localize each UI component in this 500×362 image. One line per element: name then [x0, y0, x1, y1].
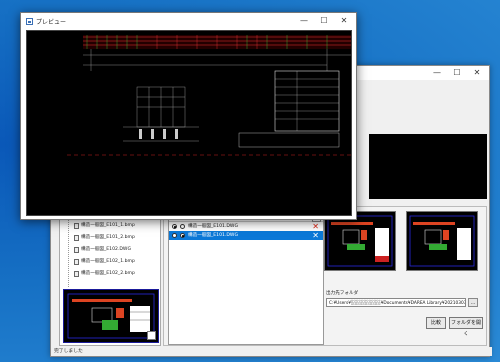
- compare-button[interactable]: 比較: [426, 317, 446, 329]
- output-folder-label: 出力先フォルダ: [326, 291, 359, 296]
- maximize-button[interactable]: ☐: [447, 67, 467, 79]
- file-icon: [74, 271, 79, 277]
- file-icon: [74, 235, 79, 241]
- remove-icon[interactable]: ✕: [312, 222, 319, 231]
- compare-row-selected[interactable]: 構造一般図_E101.DWG ✕: [169, 231, 323, 240]
- preview-titlebar: プレビュー — ☐ ✕: [21, 13, 356, 29]
- app-icon: [26, 18, 33, 25]
- remove-icon[interactable]: ✕: [312, 231, 319, 240]
- file-thumbnail: [63, 289, 159, 343]
- drawing-thumbnail-graphic: [409, 215, 475, 267]
- preview-maximize-button[interactable]: ☐: [314, 15, 334, 27]
- file-icon: [74, 223, 79, 229]
- cad-drawing-graphic: [67, 35, 351, 156]
- compare-file-list[interactable]: 比較するファイルをドラッグアンドドロップしてください。 × 構造一般図_E101…: [168, 211, 324, 345]
- compare-thumbnail-1: [324, 211, 396, 271]
- tree-item[interactable]: 構造一般図_E102_1.bmp: [74, 258, 135, 266]
- file-icon: [74, 247, 79, 253]
- close-button[interactable]: ✕: [467, 67, 487, 79]
- preview-window: プレビュー — ☐ ✕: [20, 12, 357, 220]
- output-folder-field[interactable]: C:¥Users¥░░░░░░░░░¥Documents¥DAREA Libra…: [326, 298, 466, 307]
- radio-button[interactable]: [180, 233, 185, 238]
- file-tree-pane: 構造一般図_E101.DWG 構造一般図_E101_1.bmp 構造一般図_E1…: [59, 206, 161, 346]
- preview-title: プレビュー: [36, 19, 67, 26]
- diff-preview-panel: [369, 134, 487, 199]
- drawing-thumbnail-graphic: [67, 293, 155, 339]
- drawing-thumbnail-graphic: [327, 215, 393, 267]
- radio-button[interactable]: [172, 224, 177, 229]
- zoom-icon[interactable]: [147, 331, 156, 340]
- open-folder-button[interactable]: フォルダを開く: [449, 317, 483, 337]
- compare-thumbnail-2: [406, 211, 478, 271]
- browse-button[interactable]: …: [468, 298, 478, 307]
- radio-button[interactable]: [180, 224, 185, 229]
- file-icon: [74, 259, 79, 265]
- compare-row[interactable]: 構造一般図_E101.DWG ✕: [169, 222, 323, 231]
- tree-item[interactable]: 構造一般図_E101_2.bmp: [74, 234, 135, 242]
- radio-button[interactable]: [172, 233, 177, 238]
- compare-pane: 比較するファイルをドラッグアンドドロップしてください。 × 構造一般図_E101…: [163, 206, 487, 346]
- minimize-button[interactable]: —: [427, 67, 447, 79]
- preview-minimize-button[interactable]: —: [294, 15, 314, 27]
- tree-item[interactable]: 構造一般図_E101_1.bmp: [74, 222, 135, 230]
- cad-drawing-canvas[interactable]: [26, 30, 352, 216]
- tree-item[interactable]: 構造一般図_E102_2.bmp: [74, 270, 135, 278]
- tree-item[interactable]: 構造一般図_E102.DWG: [74, 246, 131, 254]
- preview-close-button[interactable]: ✕: [334, 15, 354, 27]
- status-bar: 完了しました: [51, 347, 492, 356]
